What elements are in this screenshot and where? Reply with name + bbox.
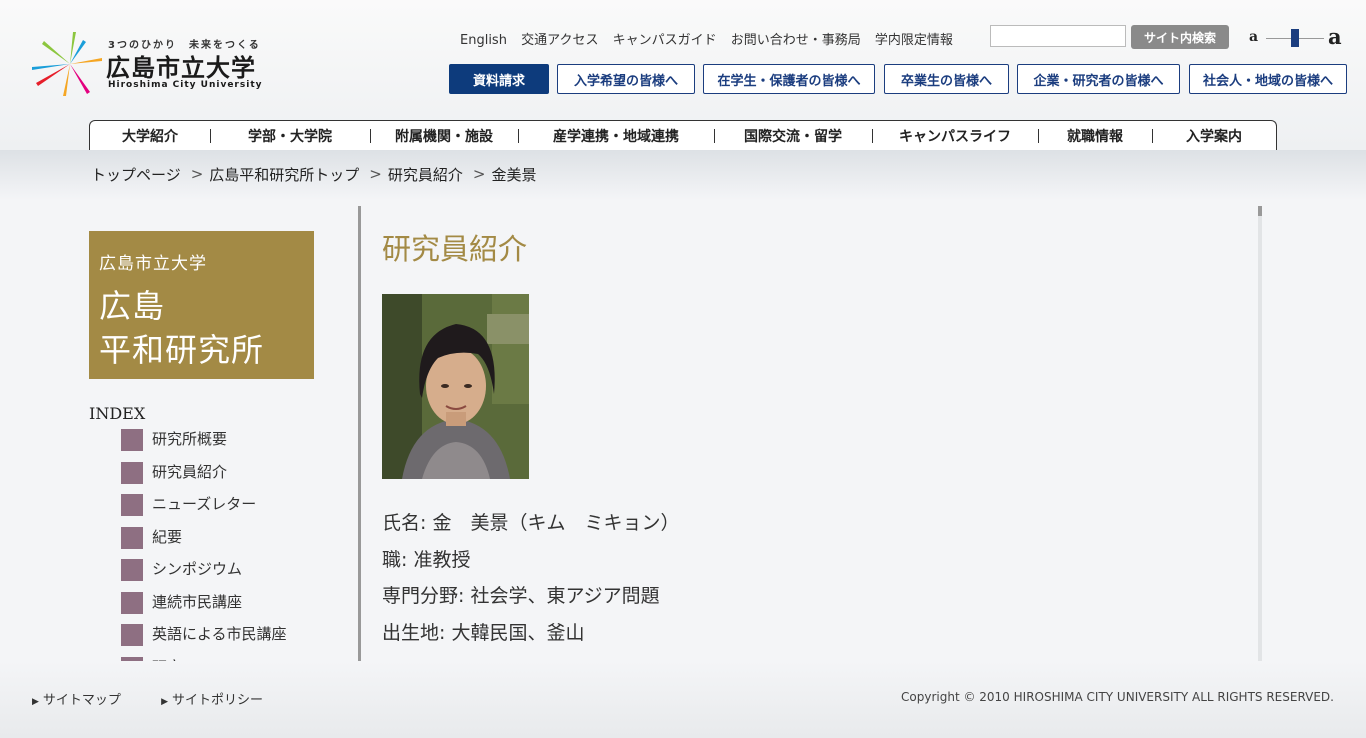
- link-english[interactable]: English: [460, 33, 507, 48]
- content-scrollbar[interactable]: [1258, 206, 1262, 661]
- breadcrumb-separator: >: [190, 165, 204, 183]
- peace-institute-banner[interactable]: 広島市立大学 広島 平和研究所: [89, 231, 314, 379]
- university-logo[interactable]: 3つのひかり 未来をつくる 広島市立大学 Hiroshima City Univ…: [30, 30, 290, 98]
- breadcrumb-researchers[interactable]: 研究員紹介: [388, 164, 463, 185]
- nav-industry[interactable]: 産学連携・地域連携: [518, 121, 714, 151]
- index-item-overview[interactable]: 研究所概要: [121, 429, 287, 462]
- index-bullet-icon: [121, 591, 143, 614]
- profile-specialty: 専門分野: 社会学、東アジア問題: [382, 585, 660, 607]
- font-size-large-label[interactable]: a: [1328, 24, 1342, 49]
- banner-line-2: 広島: [99, 287, 166, 325]
- footer-link-sitemap[interactable]: ▶ サイトマップ: [32, 693, 139, 708]
- breadcrumb-separator: >: [369, 165, 382, 183]
- font-size-knob[interactable]: [1291, 29, 1299, 47]
- researcher-profile: 氏名: 金 美景（キム ミキョン） 職: 准教授 専門分野: 社会学、東アジア問…: [382, 508, 679, 654]
- breadcrumb-current: 金美景: [491, 165, 537, 184]
- footer-links: ▶ サイトマップ ▶ サイトポリシー: [32, 689, 299, 708]
- copyright-text: Copyright © 2010 HIROSHIMA CITY UNIVERSI…: [901, 690, 1334, 704]
- researcher-photo: [382, 294, 529, 479]
- audience-alumni-button[interactable]: 卒業生の皆様へ: [884, 64, 1009, 94]
- request-materials-button[interactable]: 資料請求: [449, 64, 549, 94]
- site-search-button[interactable]: サイト内検索: [1131, 25, 1229, 49]
- nav-careers[interactable]: 就職情報: [1038, 121, 1152, 151]
- sidebar: 広島市立大学 広島 平和研究所 INDEX 研究所概要 研究員紹介 ニューズレタ…: [89, 231, 349, 661]
- index-list: 研究所概要 研究員紹介 ニューズレター 紀要 シンポジウム 連続市民講座 英語に…: [121, 429, 287, 661]
- link-access[interactable]: 交通アクセス: [521, 33, 598, 48]
- logo-name-jp: 広島市立大学: [106, 54, 256, 82]
- index-item-researchers[interactable]: 研究員紹介: [121, 461, 287, 495]
- nav-facilities[interactable]: 附属機関・施設: [370, 121, 518, 151]
- index-heading: INDEX: [89, 404, 146, 423]
- triangle-right-icon: ▶: [161, 697, 168, 707]
- logo-name-en: Hiroshima City University: [108, 80, 263, 90]
- font-size-slider[interactable]: a a: [1246, 24, 1350, 50]
- main-content: 研究員紹介 氏名: 金 美景（キム ミキョン） 職: 准教授 専門分野: 社会学…: [382, 206, 1252, 661]
- breadcrumb-peace-institute[interactable]: 広島平和研究所トップ: [209, 164, 359, 185]
- audience-students-button[interactable]: 在学生・保護者の皆様へ: [703, 64, 875, 94]
- portrait-image: [382, 294, 529, 479]
- nav-admissions[interactable]: 入学案内: [1152, 121, 1276, 151]
- index-item-symposium[interactable]: シンポジウム: [121, 559, 287, 592]
- index-bullet-icon: [121, 494, 143, 516]
- link-contact[interactable]: お問い合わせ・事務局: [731, 33, 861, 48]
- audience-community-button[interactable]: 社会人・地域の皆様へ: [1189, 64, 1347, 94]
- index-bullet-icon: [121, 559, 143, 581]
- nav-campus-life[interactable]: キャンパスライフ: [872, 121, 1038, 151]
- profile-position: 職: 准教授: [382, 548, 471, 571]
- banner-line-1: 広島市立大学: [99, 254, 207, 274]
- utility-links: English 交通アクセス キャンパスガイド お問い合わせ・事務局 学内限定情…: [460, 29, 963, 48]
- index-item-lecture-series[interactable]: 連続市民講座: [121, 591, 287, 625]
- site-header: 3つのひかり 未来をつくる 広島市立大学 Hiroshima City Univ…: [0, 0, 1366, 150]
- audience-prospective-button[interactable]: 入学希望の皆様へ: [557, 64, 695, 94]
- index-item-bulletin[interactable]: 紀要: [121, 526, 287, 560]
- profile-name: 氏名: 金 美景（キム ミキョン）: [382, 512, 680, 534]
- content-divider: [358, 206, 361, 661]
- site-search-input[interactable]: [990, 25, 1126, 47]
- footer-link-site-policy[interactable]: ▶ サイトポリシー: [161, 693, 281, 708]
- index-bullet-icon: [121, 429, 143, 451]
- nav-about[interactable]: 大学紹介: [90, 121, 210, 151]
- scrollbar-thumb[interactable]: [1258, 206, 1262, 216]
- breadcrumb-separator: >: [472, 165, 486, 183]
- index-item-english-lecture[interactable]: 英語による市民講座: [121, 624, 287, 657]
- index-bullet-icon: [121, 461, 143, 484]
- index-bullet-icon: [121, 624, 143, 646]
- font-size-small-label[interactable]: a: [1249, 29, 1258, 45]
- banner-line-3: 平和研究所: [99, 331, 265, 369]
- nav-faculties[interactable]: 学部・大学院: [210, 121, 370, 151]
- breadcrumb-home[interactable]: トップページ: [91, 164, 181, 185]
- index-bullet-icon: [121, 526, 143, 549]
- page-title: 研究員紹介: [382, 232, 528, 266]
- nav-international[interactable]: 国際交流・留学: [714, 121, 872, 151]
- triangle-right-icon: ▶: [32, 697, 39, 707]
- global-nav: 大学紹介 学部・大学院 附属機関・施設 産学連携・地域連携 国際交流・留学 キャ…: [89, 120, 1277, 150]
- profile-birthplace: 出生地: 大韓民国、釜山: [382, 621, 585, 644]
- link-internal-info[interactable]: 学内限定情報: [875, 33, 953, 48]
- breadcrumb: トップページ > 広島平和研究所トップ > 研究員紹介 > 金美景: [91, 164, 536, 184]
- audience-companies-button[interactable]: 企業・研究者の皆様へ: [1017, 64, 1180, 94]
- logo-rays-icon: [32, 32, 102, 96]
- index-item-newsletter[interactable]: ニューズレター: [121, 494, 287, 527]
- link-campus-guide[interactable]: キャンパスガイド: [613, 33, 717, 48]
